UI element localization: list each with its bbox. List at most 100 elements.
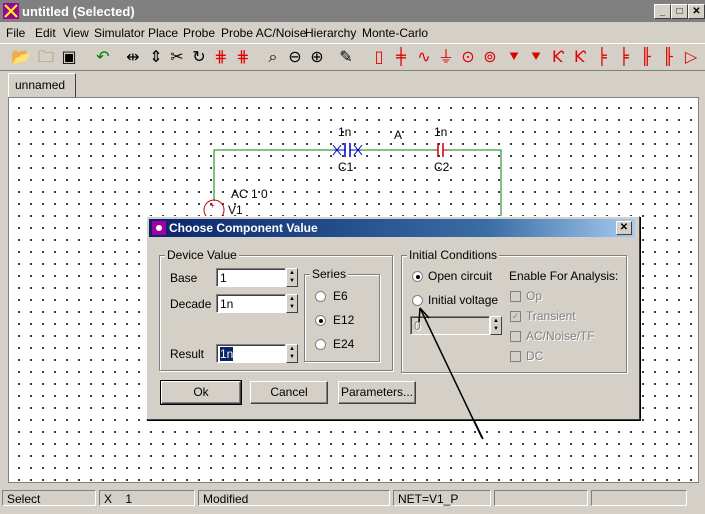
menu-view[interactable]: View: [63, 26, 89, 40]
status-state: Modified: [198, 490, 390, 506]
parameters-button[interactable]: Parameters...: [338, 381, 416, 404]
series-e12-radio[interactable]: [315, 315, 326, 326]
status-bar: Select X 1 Modified NET=V1_P: [0, 488, 705, 510]
transient-label: Transient: [526, 309, 576, 323]
op-label: Op: [526, 289, 543, 303]
flip-vertical-icon[interactable]: ⇕: [145, 46, 167, 68]
op-checkbox[interactable]: [510, 291, 521, 302]
v1-name-label: V1: [228, 203, 243, 217]
opamp-icon[interactable]: ▷: [680, 46, 702, 68]
tab-unnamed[interactable]: unnamed: [8, 73, 76, 99]
menu-simulator[interactable]: Simulator: [94, 26, 145, 40]
initial-conditions-label: Initial Conditions: [407, 248, 500, 262]
undo-icon[interactable]: ↶: [92, 46, 114, 68]
dialog-close-button[interactable]: ✕: [616, 221, 632, 235]
wire-right[interactable]: [449, 149, 502, 218]
series-group: Series E6 E12 E24: [304, 267, 380, 362]
result-spinner[interactable]: ▲ ▼: [286, 344, 298, 363]
decade-input[interactable]: 1n: [216, 294, 286, 313]
initial-voltage-radio[interactable]: [412, 295, 423, 306]
cancel-button[interactable]: Cancel: [250, 381, 328, 404]
zoom-fit-icon[interactable]: ⌕: [262, 46, 284, 68]
menu-monte-carlo[interactable]: Monte-Carlo: [362, 26, 428, 40]
decade-label: Decade: [170, 297, 212, 311]
c1-value-label: 1n: [338, 125, 352, 139]
initial-voltage-label: Initial voltage: [428, 293, 499, 307]
diode-icon[interactable]: ⯆: [503, 46, 525, 68]
toolbar: 📂 🗀 ▣ ↶ ⇹ ⇕ ✂ ↻ ⋕ ⋕ ⌕ ⊖ ⊕ ✎ ▯ ╪ ∿ ⏚ ⊙ ⊚ …: [0, 43, 705, 71]
decade-spinner[interactable]: ▲ ▼: [286, 294, 298, 313]
menu-edit[interactable]: Edit: [35, 26, 56, 40]
window-titlebar: untitled (Selected) _ □ ✕: [0, 0, 705, 22]
menu-hierarchy[interactable]: Hierarchy: [305, 26, 356, 40]
current-source-icon[interactable]: ⊚: [479, 46, 501, 68]
capacitor-c1[interactable]: [332, 143, 363, 157]
device-value-label: Device Value: [165, 248, 239, 262]
jfet-icon[interactable]: ╟: [635, 46, 657, 68]
initial-voltage-input[interactable]: 0: [410, 316, 490, 335]
capacitor-icon[interactable]: ╪: [390, 46, 412, 68]
status-net: NET=V1_P: [393, 490, 491, 506]
resistor-icon[interactable]: ▯: [368, 46, 390, 68]
menu-probe-ac-noise[interactable]: Probe AC/Noise: [221, 26, 306, 40]
enable-analysis-label: Enable For Analysis:: [509, 269, 619, 283]
delete-node-icon[interactable]: ⋕: [232, 46, 254, 68]
open-circuit-radio[interactable]: [412, 271, 423, 282]
menu-file[interactable]: File: [6, 26, 25, 40]
device-value-group: Device Value Base 1 ▲ ▼ Decade 1n ▲ ▼ Resu…: [159, 248, 393, 371]
dialog-titlebar: Choose Component Value ✕: [149, 219, 635, 237]
voltage-source-icon[interactable]: ⊙: [457, 46, 479, 68]
initial-voltage-spinner[interactable]: ▲ ▼: [490, 316, 502, 335]
series-e6-label: E6: [333, 289, 348, 303]
inductor-icon[interactable]: ∿: [413, 46, 435, 68]
result-label: Result: [170, 347, 205, 361]
base-input[interactable]: 1: [216, 268, 286, 287]
pnp-icon[interactable]: Ƙ: [569, 46, 591, 68]
jfet2-icon[interactable]: ╟: [657, 46, 679, 68]
status-empty-2: [591, 490, 687, 506]
zoom-out-icon[interactable]: ⊖: [284, 46, 306, 68]
menu-bar: File Edit View Simulator Place Probe Pro…: [0, 23, 705, 42]
open-circuit-label: Open circuit: [428, 269, 493, 283]
ok-button[interactable]: Ok: [160, 380, 242, 405]
ac-noise-tf-checkbox[interactable]: [510, 331, 521, 342]
open-folder-icon[interactable]: 📂: [10, 46, 32, 68]
menu-probe[interactable]: Probe: [183, 26, 215, 40]
npn-icon[interactable]: Ƙ: [547, 46, 569, 68]
result-input[interactable]: 1n: [216, 344, 286, 363]
dialog-title: Choose Component Value: [169, 221, 318, 235]
series-e6-radio[interactable]: [315, 291, 326, 302]
maximize-button[interactable]: □: [671, 4, 688, 19]
base-spinner[interactable]: ▲ ▼: [286, 268, 298, 287]
new-folder-icon[interactable]: 🗀: [35, 46, 57, 68]
dialog-icon: [152, 221, 166, 235]
save-icon[interactable]: ▣: [58, 46, 80, 68]
ground-icon[interactable]: ⏚: [435, 46, 457, 68]
transient-checkbox[interactable]: ✓: [510, 311, 521, 322]
zoom-in-icon[interactable]: ⊕: [306, 46, 328, 68]
rotate-icon[interactable]: ↻: [188, 46, 210, 68]
minimize-button[interactable]: _: [654, 4, 671, 19]
svg-text:+: +: [210, 201, 215, 210]
status-coord: X 1: [99, 490, 195, 506]
dc-checkbox[interactable]: [510, 351, 521, 362]
app-icon: [3, 3, 19, 19]
menu-place[interactable]: Place: [148, 26, 178, 40]
delete-wire-icon[interactable]: ⋕: [210, 46, 232, 68]
series-e24-radio[interactable]: [315, 339, 326, 350]
series-e12-label: E12: [333, 313, 355, 327]
cut-icon[interactable]: ✂: [166, 46, 188, 68]
pencil-icon[interactable]: ✎: [335, 46, 357, 68]
choose-component-value-dialog: Choose Component Value ✕ Device Value Ba…: [146, 216, 640, 420]
close-button[interactable]: ✕: [688, 4, 705, 19]
zener-icon[interactable]: ⯆: [525, 46, 547, 68]
c1-name-label: C1: [338, 160, 354, 174]
series-label: Series: [310, 267, 349, 281]
nmos-icon[interactable]: ╞: [591, 46, 613, 68]
series-e24-label: E24: [333, 337, 355, 351]
flip-horizontal-icon[interactable]: ⇹: [122, 46, 144, 68]
initial-conditions-group: Initial Conditions Open circuit Initial …: [401, 248, 627, 373]
node-label: A: [394, 128, 403, 142]
pmos-icon[interactable]: ╞: [613, 46, 635, 68]
capacitor-c2[interactable]: [434, 143, 449, 157]
